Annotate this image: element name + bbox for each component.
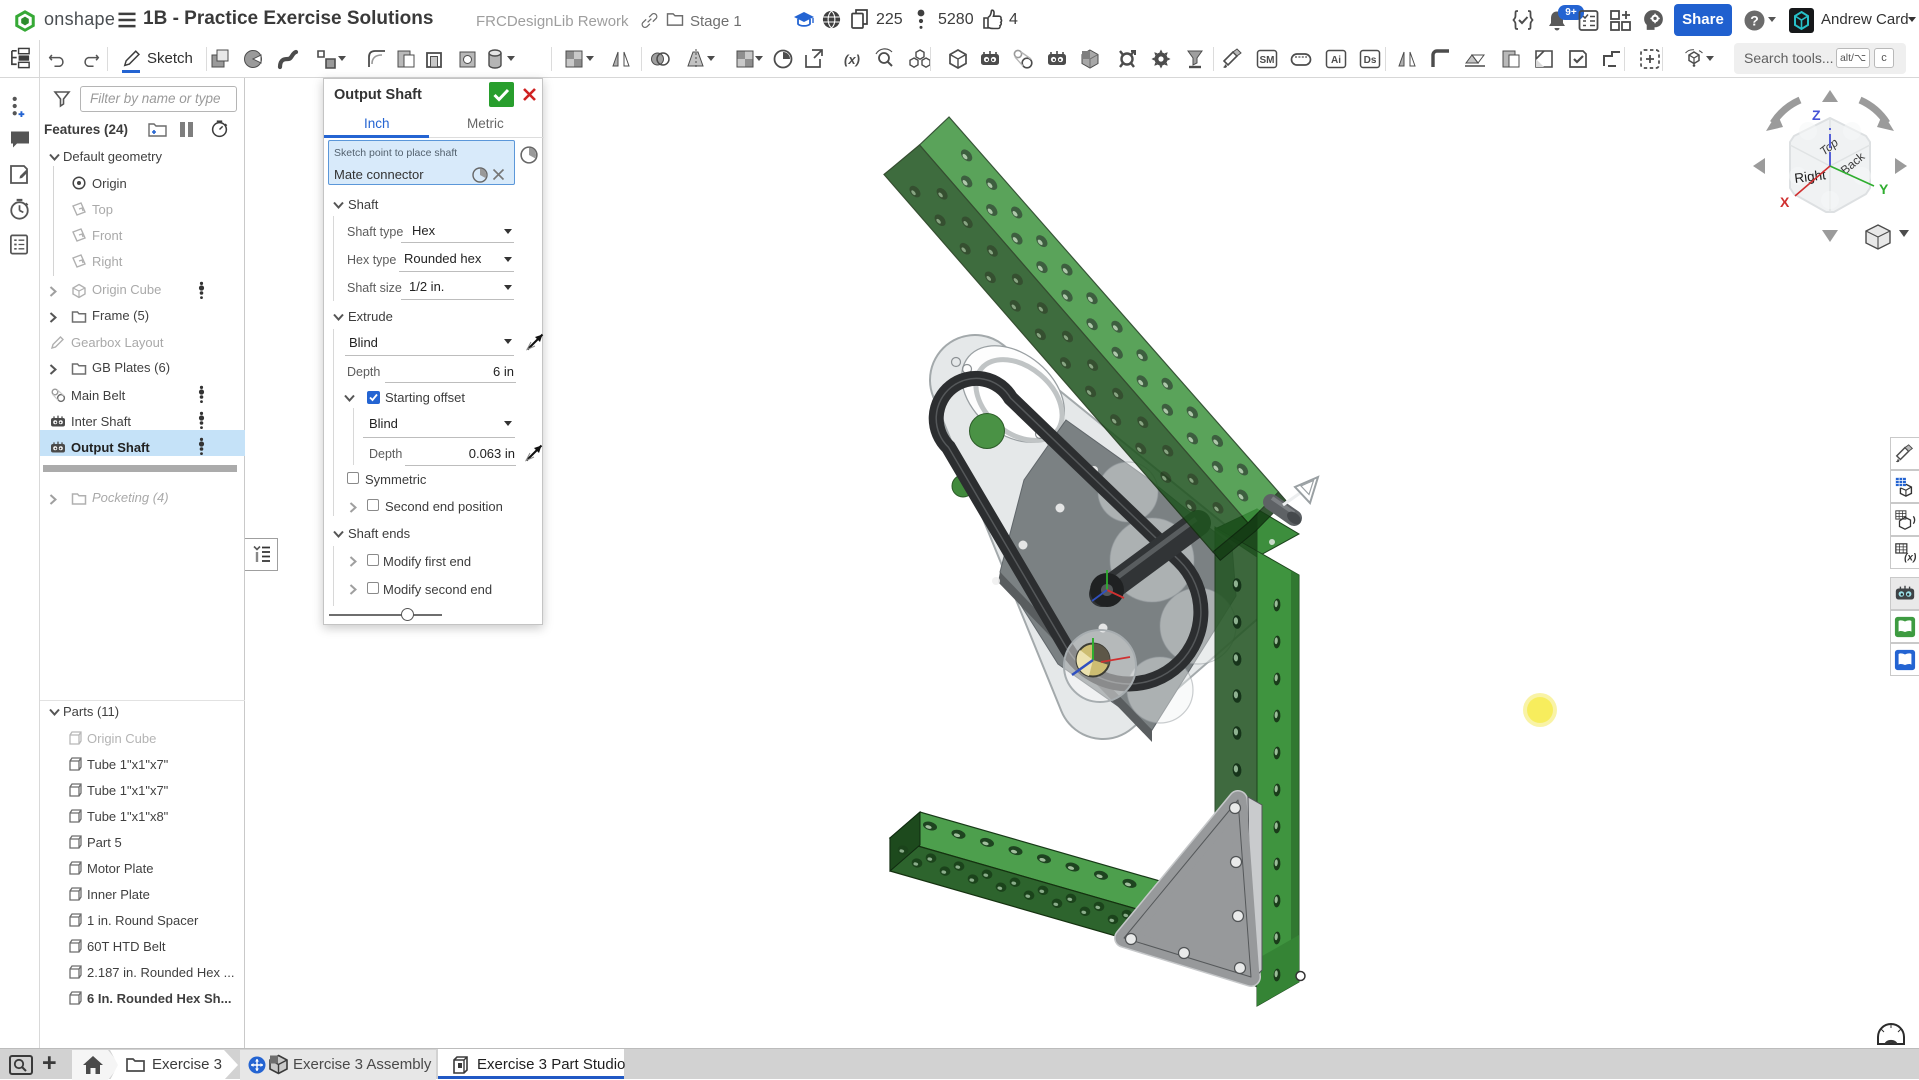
- svg-text:Y: Y: [1879, 181, 1889, 197]
- svg-text:(x): (x): [844, 52, 860, 67]
- svg-text:Z: Z: [1812, 107, 1821, 123]
- svg-text:(x): (x): [1904, 552, 1916, 563]
- svg-text:Ds: Ds: [1364, 55, 1377, 66]
- svg-text:X: X: [1780, 194, 1790, 210]
- svg-text:Ai: Ai: [1331, 55, 1341, 66]
- svg-text:?: ?: [1750, 13, 1759, 29]
- svg-text:SM: SM: [1260, 55, 1275, 66]
